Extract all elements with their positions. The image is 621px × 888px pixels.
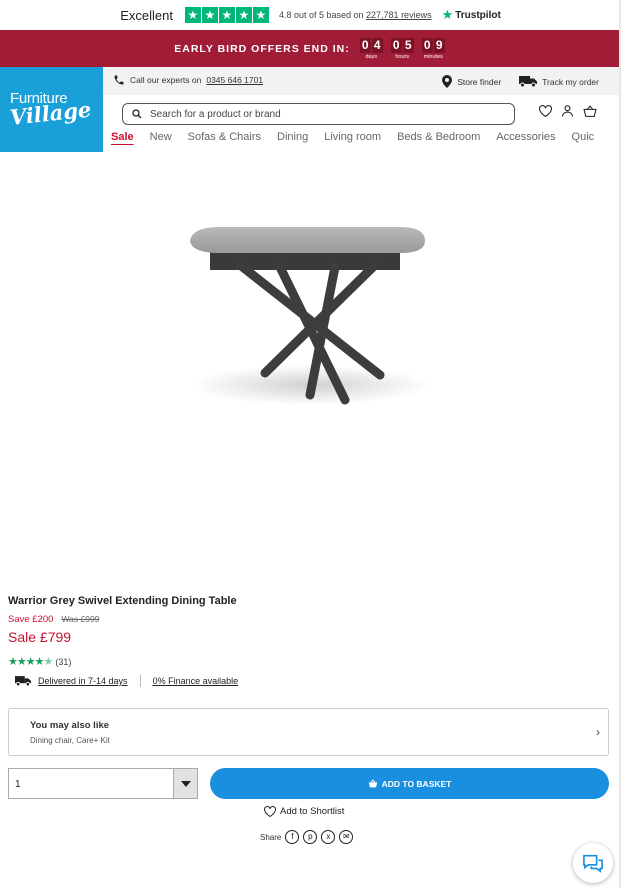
star-icon: ★ <box>201 7 218 23</box>
chat-button[interactable] <box>573 843 613 883</box>
track-order-label: Track my order <box>542 76 599 87</box>
share-bar: Share f p x ✉ <box>260 830 354 844</box>
user-icon[interactable] <box>562 105 573 117</box>
price-savings: Save £200 Was £999 <box>8 614 99 625</box>
nav-item-dining[interactable]: Dining <box>277 131 308 143</box>
nav-item-beds-bedroom[interactable]: Beds & Bedroom <box>397 131 480 143</box>
star-icon: ★ <box>252 7 269 23</box>
truck-icon <box>15 676 31 686</box>
also-like-subtitle: Dining chair, Care+ Kit <box>30 736 110 745</box>
countdown-digit: 0 <box>390 37 402 53</box>
furniture-village-logo[interactable]: Furniture Village <box>0 67 103 152</box>
map-pin-icon <box>442 75 453 88</box>
trustpilot-star-icon: ★ <box>441 7 454 22</box>
also-like-title: You may also like <box>30 720 110 731</box>
basket-icon <box>368 779 377 788</box>
utility-bar: Call our experts on 0345 646 1701 Store … <box>103 67 621 95</box>
x-icon[interactable]: x <box>321 830 336 844</box>
email-icon[interactable]: ✉ <box>339 830 354 844</box>
delivery-link[interactable]: Delivered in 7-14 days <box>38 676 128 686</box>
nav-item-quick[interactable]: Quic <box>572 131 595 143</box>
nav-item-accessories[interactable]: Accessories <box>496 131 555 143</box>
delivery-info: Delivered in 7-14 days 0% Finance availa… <box>15 675 238 687</box>
also-like-panel[interactable]: You may also like Dining chair, Care+ Ki… <box>8 708 609 756</box>
phone-icon <box>114 75 124 85</box>
was-price: Was £999 <box>61 614 100 624</box>
divider <box>139 675 141 687</box>
product-image[interactable] <box>170 215 460 415</box>
countdown-label: days <box>365 53 378 60</box>
header-icons <box>539 105 597 117</box>
star-icon: ★ <box>184 7 201 23</box>
add-to-shortlist-label: Add to Shortlist <box>280 806 345 817</box>
main-navigation: Sale New Sofas & Chairs Dining Living ro… <box>103 125 621 152</box>
call-text: Call our experts on <box>130 75 202 85</box>
countdown-digit: 0 <box>421 37 433 53</box>
nav-item-sale[interactable]: Sale <box>111 131 134 143</box>
quantity-select[interactable]: 1 <box>8 768 198 799</box>
sale-price: Sale £799 <box>8 629 72 645</box>
truck-icon <box>519 76 538 87</box>
product-rating[interactable]: ★★★★★ (31) <box>8 655 71 668</box>
nav-item-living-room[interactable]: Living room <box>324 131 381 143</box>
reviews-count: (31) <box>55 656 72 667</box>
heart-icon[interactable] <box>539 105 552 117</box>
countdown-minutes: 0 9 minutes <box>421 37 445 60</box>
store-finder-label: Store finder <box>457 76 502 87</box>
search-input[interactable]: Search for a product or brand <box>122 103 515 125</box>
trustpilot-brand: Trustpilot <box>455 9 501 21</box>
call-experts: Call our experts on 0345 646 1701 <box>113 74 263 86</box>
trustpilot-summary: 4.8 out of 5 based on 227,781 reviews <box>279 10 432 20</box>
trustpilot-stars: ★ ★ ★ ★ ★ <box>184 7 269 23</box>
rating-stars-icon: ★★★★★ <box>8 656 53 668</box>
store-finder-link[interactable]: Store finder <box>442 75 501 88</box>
nav-item-new[interactable]: New <box>150 131 172 143</box>
trustpilot-rating-word: Excellent <box>120 7 173 23</box>
star-icon: ★ <box>218 7 235 23</box>
facebook-icon[interactable]: f <box>285 830 300 844</box>
promo-banner[interactable]: EARLY BIRD OFFERS END IN: 0 4 days 0 5 h… <box>0 30 619 67</box>
countdown-label: minutes <box>423 53 443 60</box>
add-to-basket-button[interactable]: ADD TO BASKET <box>210 768 609 799</box>
dropdown-arrow-icon[interactable] <box>173 769 197 798</box>
heart-icon <box>264 806 276 817</box>
countdown-digit: 4 <box>371 37 383 53</box>
chevron-right-icon: › <box>596 725 600 739</box>
phone-number-link[interactable]: 0345 646 1701 <box>206 75 263 85</box>
save-amount: Save £200 <box>8 614 54 625</box>
trustpilot-reviews-link[interactable]: 227,781 reviews <box>366 10 432 20</box>
finance-link[interactable]: 0% Finance available <box>153 676 239 686</box>
countdown-digit: 0 <box>359 37 371 53</box>
trustpilot-logo[interactable]: ★ Trustpilot <box>442 7 501 23</box>
share-label: Share <box>260 832 282 842</box>
add-to-shortlist-button[interactable]: Add to Shortlist <box>264 806 344 817</box>
quantity-value: 1 <box>15 779 21 790</box>
trustpilot-bar[interactable]: Excellent ★ ★ ★ ★ ★ 4.8 out of 5 based o… <box>0 0 621 30</box>
countdown-digit: 9 <box>433 37 445 53</box>
search-placeholder: Search for a product or brand <box>150 108 281 120</box>
star-icon: ★ <box>235 7 252 23</box>
countdown-digit: 5 <box>402 37 414 53</box>
promo-text: EARLY BIRD OFFERS END IN: <box>174 42 350 55</box>
chat-icon <box>583 854 603 873</box>
countdown-hours: 0 5 hours <box>390 37 414 60</box>
countdown-label: hours <box>395 53 410 60</box>
trustpilot-summary-text: 4.8 out of 5 based on <box>278 10 364 20</box>
basket-icon[interactable] <box>583 105 597 117</box>
countdown: 0 4 days 0 5 hours 0 9 minutes <box>359 37 445 60</box>
utility-links: Store finder Track my order <box>442 75 599 88</box>
search-icon <box>132 109 142 119</box>
product-title: Warrior Grey Swivel Extending Dining Tab… <box>8 595 237 607</box>
countdown-days: 0 4 days <box>359 37 383 60</box>
pinterest-icon[interactable]: p <box>303 830 318 844</box>
add-to-basket-label: ADD TO BASKET <box>381 778 452 789</box>
nav-item-sofas-chairs[interactable]: Sofas & Chairs <box>188 131 261 143</box>
track-order-link[interactable]: Track my order <box>519 76 599 87</box>
